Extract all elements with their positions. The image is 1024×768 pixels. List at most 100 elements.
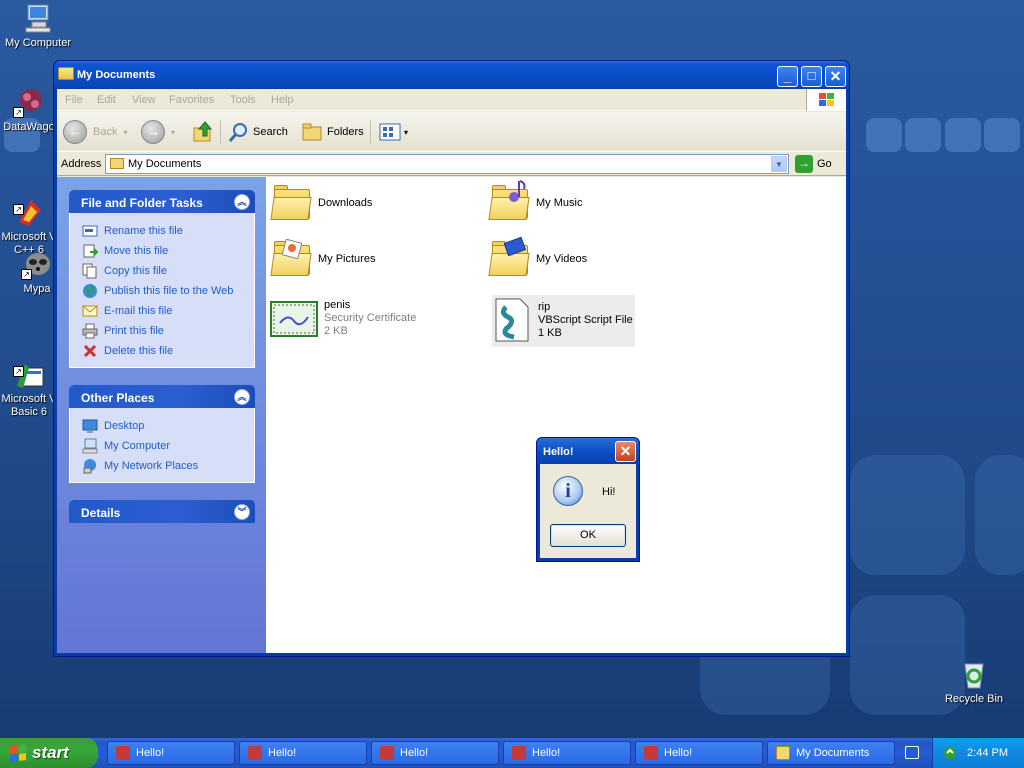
task-publish[interactable]: Publish this file to the Web bbox=[82, 281, 254, 301]
file-folder-tasks: File and Folder Tasks ︽ Rename this file… bbox=[69, 190, 255, 368]
task-pane: File and Folder Tasks ︽ Rename this file… bbox=[57, 177, 266, 653]
task-button[interactable]: Hello! bbox=[635, 741, 763, 765]
task-button[interactable]: Hello! bbox=[107, 741, 235, 765]
task-label: Hello! bbox=[532, 747, 561, 759]
folder-my-music[interactable]: My Music bbox=[488, 180, 582, 221]
shortcut-arrow-icon: ↗ bbox=[13, 204, 24, 215]
folder-my-videos[interactable]: My Videos bbox=[488, 237, 587, 277]
my-computer-icon bbox=[22, 2, 54, 34]
other-places-header[interactable]: Other Places ︽ bbox=[69, 385, 255, 408]
copy-icon bbox=[82, 263, 98, 279]
task-label: Hello! bbox=[400, 747, 429, 759]
visual-cpp-icon: ↗ bbox=[13, 183, 45, 226]
task-label: Print this file bbox=[104, 325, 164, 337]
place-network[interactable]: My Network Places bbox=[82, 456, 254, 476]
collapse-icon[interactable]: ︽ bbox=[234, 194, 250, 210]
desktop-icon-label: Recycle Bin bbox=[944, 693, 1004, 705]
task-copy[interactable]: Copy this file bbox=[82, 261, 254, 281]
desktop-icon-label: Mypa bbox=[23, 283, 51, 295]
task-print[interactable]: Print this file bbox=[82, 321, 254, 341]
expand-icon[interactable]: ︾ bbox=[234, 504, 250, 520]
maximize-button[interactable]: □ bbox=[801, 66, 822, 87]
clock[interactable]: 2:44 PM bbox=[967, 747, 1008, 759]
delete-icon bbox=[82, 343, 98, 359]
close-button[interactable]: ✕ bbox=[825, 66, 846, 87]
address-label: Address bbox=[61, 158, 102, 170]
item-size: 2 KB bbox=[324, 325, 348, 337]
email-icon bbox=[82, 303, 98, 319]
menu-edit[interactable]: Edit bbox=[97, 94, 116, 106]
system-tray: 2:44 PM bbox=[932, 738, 1024, 768]
tray-network-icon[interactable] bbox=[943, 746, 957, 760]
item-name: penis bbox=[324, 299, 351, 311]
forward-button[interactable]: → ▾ bbox=[141, 119, 175, 145]
desktop-icon-recycle-bin[interactable]: Recycle Bin bbox=[935, 658, 1013, 705]
menu-tools[interactable]: Tools bbox=[230, 94, 256, 106]
ok-button[interactable]: OK bbox=[550, 524, 626, 547]
desktop-icon bbox=[82, 418, 98, 434]
bg-block bbox=[866, 118, 902, 152]
bg-block bbox=[945, 118, 981, 152]
window-client: File Edit View Favorites Tools Help ← Ba… bbox=[57, 89, 846, 653]
start-button[interactable]: start bbox=[0, 738, 98, 768]
details-header[interactable]: Details ︾ bbox=[69, 500, 255, 523]
task-move[interactable]: Move this file bbox=[82, 241, 254, 261]
collapse-icon[interactable]: ︽ bbox=[234, 389, 250, 405]
dialog-titlebar[interactable]: Hello! ✕ bbox=[537, 438, 639, 464]
file-penis[interactable]: penis Security Certificate 2 KB bbox=[270, 299, 416, 338]
toolbar: ← Back ▾ → ▾ Search Folders ▾ bbox=[57, 112, 846, 150]
move-icon bbox=[82, 243, 99, 259]
taskbar: start Hello! Hello! Hello! Hello! Hello!… bbox=[0, 738, 1024, 768]
task-label: Hello! bbox=[268, 747, 297, 759]
task-button[interactable]: Hello! bbox=[371, 741, 499, 765]
folders-button[interactable]: Folders bbox=[301, 119, 364, 145]
raccoon-icon: ↗ bbox=[21, 248, 53, 280]
task-button[interactable]: Hello! bbox=[503, 741, 631, 765]
menu-file[interactable]: File bbox=[65, 94, 83, 106]
window-titlebar[interactable]: My Documents _ □ ✕ bbox=[54, 61, 849, 89]
desktop-icon-my-computer[interactable]: My Computer bbox=[0, 2, 77, 49]
folder-downloads[interactable]: Downloads bbox=[270, 185, 372, 221]
file-list: Downloads My Music My Pictures My Videos bbox=[266, 177, 846, 653]
task-button[interactable]: Hello! bbox=[239, 741, 367, 765]
minimize-button[interactable]: _ bbox=[777, 66, 798, 87]
menu-favorites[interactable]: Favorites bbox=[169, 94, 214, 106]
dialog-close-button[interactable]: ✕ bbox=[615, 441, 636, 462]
views-button[interactable]: ▾ bbox=[379, 119, 408, 145]
desktop-icon-label: My Computer bbox=[4, 37, 72, 49]
item-size: 1 KB bbox=[538, 326, 562, 339]
file-rip[interactable]: rip VBScript Script File 1 KB bbox=[492, 295, 635, 347]
menu-view[interactable]: View bbox=[132, 94, 156, 106]
up-folder-button[interactable] bbox=[191, 119, 215, 145]
go-button[interactable]: → Go bbox=[795, 154, 832, 174]
other-places: Other Places ︽ Desktop My Computer My Ne… bbox=[69, 385, 255, 483]
file-folder-tasks-header[interactable]: File and Folder Tasks ︽ bbox=[69, 190, 255, 213]
place-my-computer[interactable]: My Computer bbox=[82, 436, 254, 456]
address-field[interactable]: My Documents ▼ bbox=[105, 154, 789, 174]
task-email[interactable]: E-mail this file bbox=[82, 301, 254, 321]
back-button[interactable]: ← Back ▾ bbox=[63, 119, 127, 145]
keyboard-icon[interactable] bbox=[905, 746, 919, 759]
task-rename[interactable]: Rename this file bbox=[82, 221, 254, 241]
recycle-bin-icon bbox=[958, 658, 990, 690]
place-desktop[interactable]: Desktop bbox=[82, 416, 254, 436]
task-button-my-documents[interactable]: My Documents bbox=[767, 741, 895, 765]
vbscript-icon bbox=[495, 298, 529, 342]
explorer-window: My Documents _ □ ✕ File Edit View Favori… bbox=[53, 60, 850, 657]
task-label: Publish this file to the Web bbox=[104, 285, 234, 297]
folder-my-pictures[interactable]: My Pictures bbox=[270, 239, 375, 277]
start-label: start bbox=[32, 743, 69, 762]
network-icon bbox=[82, 458, 98, 474]
folder-icon bbox=[776, 746, 790, 760]
place-label: My Network Places bbox=[104, 460, 199, 472]
item-type: Security Certificate bbox=[324, 312, 417, 324]
back-label: Back bbox=[93, 126, 118, 138]
up-folder-icon bbox=[193, 121, 213, 142]
chevron-down-icon[interactable]: ▼ bbox=[771, 156, 787, 172]
task-label: My Documents bbox=[796, 747, 870, 759]
search-button[interactable]: Search bbox=[227, 119, 288, 145]
task-delete[interactable]: Delete this file bbox=[82, 341, 254, 361]
menu-help[interactable]: Help bbox=[271, 94, 294, 106]
bg-block bbox=[984, 118, 1020, 152]
dropdown-arrow-icon: ▾ bbox=[171, 127, 176, 137]
